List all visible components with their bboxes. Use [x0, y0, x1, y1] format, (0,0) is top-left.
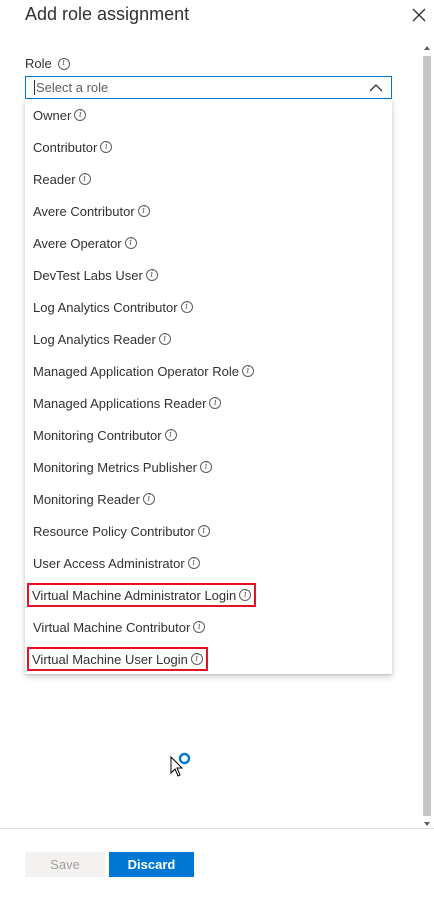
info-icon[interactable]: i [124, 237, 137, 249]
info-icon[interactable]: i [193, 621, 206, 633]
footer-divider [0, 828, 434, 829]
role-option[interactable]: Log Analytics Reader i [33, 329, 171, 349]
role-option-label: Managed Applications Reader [33, 395, 207, 411]
role-option[interactable]: Resource Policy Contributor i [33, 521, 210, 541]
scroll-thumb[interactable] [423, 56, 431, 816]
role-option[interactable]: Monitoring Contributor i [33, 425, 177, 445]
role-label-text: Role [25, 56, 52, 71]
role-option-label: Log Analytics Reader [33, 331, 156, 347]
info-icon[interactable]: i [209, 397, 222, 409]
role-option-label: Monitoring Reader [33, 491, 140, 507]
chevron-up-icon [369, 83, 383, 91]
role-option-label: Managed Application Operator Role [33, 363, 239, 379]
blade-content: Role i Select a role Owner i Contributor i R… [0, 40, 434, 828]
role-option-label: Contributor [33, 139, 98, 155]
info-icon[interactable]: i [200, 461, 213, 473]
role-option[interactable]: Log Analytics Contributor i [33, 297, 193, 317]
info-icon[interactable]: i [239, 589, 252, 601]
save-button[interactable]: Save [25, 852, 105, 877]
role-option[interactable]: User Access Administrator i [33, 553, 200, 573]
info-icon[interactable]: i [142, 493, 155, 505]
blade-title: Add role assignment [25, 4, 190, 24]
info-icon[interactable]: i [78, 173, 91, 185]
info-icon[interactable]: i [164, 429, 177, 441]
role-option[interactable]: Contributor i [33, 137, 113, 157]
info-icon[interactable]: i [158, 333, 171, 345]
role-option-label: Owner [33, 107, 72, 123]
role-option[interactable]: Avere Contributor i [33, 201, 150, 221]
blade-scrollbar[interactable] [421, 44, 433, 828]
info-icon[interactable]: i [145, 269, 158, 281]
role-option[interactable]: Avere Operator i [33, 233, 137, 253]
role-option-label: Monitoring Contributor [33, 427, 162, 443]
info-icon[interactable]: i [57, 57, 70, 70]
role-option-label: Monitoring Metrics Publisher [33, 459, 198, 475]
role-option[interactable]: DevTest Labs User i [33, 265, 158, 285]
role-option-label: DevTest Labs User [33, 267, 143, 283]
info-icon[interactable]: i [137, 205, 150, 217]
info-icon[interactable]: i [74, 109, 87, 121]
close-button[interactable] [408, 4, 430, 26]
info-icon[interactable]: i [197, 525, 210, 537]
role-option-label: User Access Administrator [33, 555, 185, 571]
scroll-down-arrow-icon[interactable] [423, 820, 431, 828]
role-option[interactable]: Virtual Machine Contributor i [33, 617, 206, 637]
role-option-label: Virtual Machine Administrator Login [32, 587, 237, 603]
role-option[interactable]: Managed Applications Reader i [33, 393, 222, 413]
role-option-label: Avere Contributor [33, 203, 135, 219]
add-role-assignment-blade: Add role assignment Role i Select a role… [0, 0, 434, 901]
info-icon[interactable]: i [190, 653, 203, 665]
role-option[interactable]: Virtual Machine User Login i [27, 647, 208, 671]
close-icon [412, 8, 426, 22]
role-select-placeholder: Select a role [34, 80, 369, 95]
mouse-cursor-icon [170, 756, 184, 777]
role-option-label: Log Analytics Contributor [33, 299, 178, 315]
scroll-up-arrow-icon[interactable] [423, 44, 431, 52]
role-option-label: Resource Policy Contributor [33, 523, 195, 539]
role-option[interactable]: Owner i [33, 105, 87, 125]
role-option[interactable]: Managed Application Operator Role i [33, 361, 254, 381]
role-option[interactable]: Monitoring Metrics Publisher i [33, 457, 213, 477]
role-option[interactable]: Reader i [33, 169, 91, 189]
role-option-label: Virtual Machine User Login [32, 651, 188, 667]
role-option-label: Virtual Machine Contributor [33, 619, 191, 635]
info-icon[interactable]: i [241, 365, 254, 377]
discard-button[interactable]: Discard [109, 852, 194, 877]
role-select[interactable]: Select a role [25, 76, 392, 99]
role-option[interactable]: Virtual Machine Administrator Login i [26, 583, 257, 607]
info-icon[interactable]: i [180, 301, 193, 313]
role-option-label: Avere Operator [33, 235, 122, 251]
info-icon[interactable]: i [100, 141, 113, 153]
info-icon[interactable]: i [187, 557, 200, 569]
role-dropdown-list: Owner i Contributor i Reader i Avere Contribut… [25, 99, 392, 674]
role-option[interactable]: Monitoring Reader i [33, 489, 155, 509]
role-option-label: Reader [33, 171, 76, 187]
role-label: Role i [25, 56, 70, 71]
